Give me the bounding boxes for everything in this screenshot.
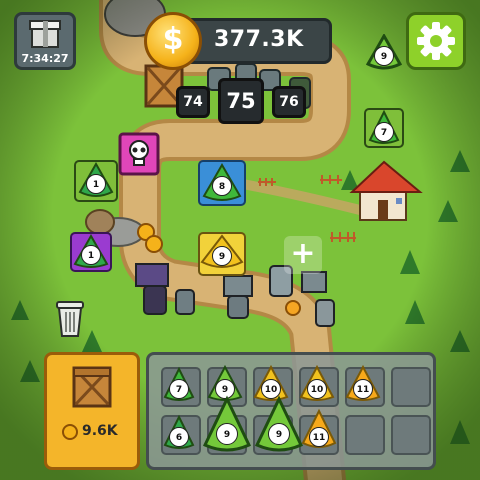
empty-tower-slot[interactable]: + <box>284 236 322 274</box>
tower-level: 9 <box>212 246 232 266</box>
tower-level: 7 <box>374 122 394 142</box>
tower-level: 8 <box>212 176 232 196</box>
coin-icon: $ <box>144 12 202 70</box>
tower-level: 1 <box>86 174 106 194</box>
tower-level: 11 <box>309 427 329 447</box>
tower-level: 9 <box>374 46 394 66</box>
field-tower[interactable]: 9 <box>364 32 404 72</box>
coin-icon <box>62 424 78 440</box>
tower-level: 7 <box>169 379 189 399</box>
trash-can-icon[interactable] <box>54 298 86 338</box>
merge-slot[interactable] <box>345 415 385 455</box>
gift-timer: 7:34:27 <box>21 52 69 65</box>
merge-tower[interactable]: 7 <box>159 365 199 405</box>
crate-icon <box>72 366 112 408</box>
merge-tower[interactable]: 11 <box>299 407 339 453</box>
settings-button[interactable] <box>406 12 466 70</box>
field-tower[interactable]: 1 <box>70 232 112 272</box>
skull-tower[interactable] <box>118 132 160 176</box>
next-wave: 76 <box>272 86 306 118</box>
field-tower[interactable]: 8 <box>198 160 246 206</box>
tower-level: 10 <box>307 379 327 399</box>
merge-tower[interactable]: 6 <box>159 413 199 453</box>
merge-tower[interactable]: 9 <box>253 395 305 457</box>
field-tower[interactable]: 7 <box>364 108 404 148</box>
crate-price: 9.6K <box>82 423 118 439</box>
tower-level: 9 <box>268 423 290 445</box>
previous-wave: 74 <box>176 86 210 118</box>
coin-amount: 377.3K <box>214 27 304 52</box>
merge-grid: 7 9 10 10 11 6 9 9 11 <box>146 352 436 470</box>
gift-icon <box>29 20 61 48</box>
tower-level: 6 <box>169 427 189 447</box>
field-tower[interactable]: 1 <box>74 160 118 202</box>
merge-slot[interactable] <box>391 415 431 455</box>
field-tower[interactable]: 9 <box>198 232 246 276</box>
tower-level: 9 <box>216 423 238 445</box>
merge-tower[interactable]: 11 <box>343 363 383 405</box>
tower-level: 1 <box>81 245 101 265</box>
tower-level: 11 <box>353 379 373 399</box>
merge-slot[interactable] <box>391 367 431 407</box>
game-board: + 9 7 1 8 1 9 7:34:27 $ 377.3K 74 75 76 … <box>0 0 480 480</box>
merge-tower[interactable]: 9 <box>201 395 253 457</box>
current-wave: 75 <box>218 78 264 124</box>
dropped-coins <box>137 223 163 253</box>
gear-icon <box>417 22 455 60</box>
